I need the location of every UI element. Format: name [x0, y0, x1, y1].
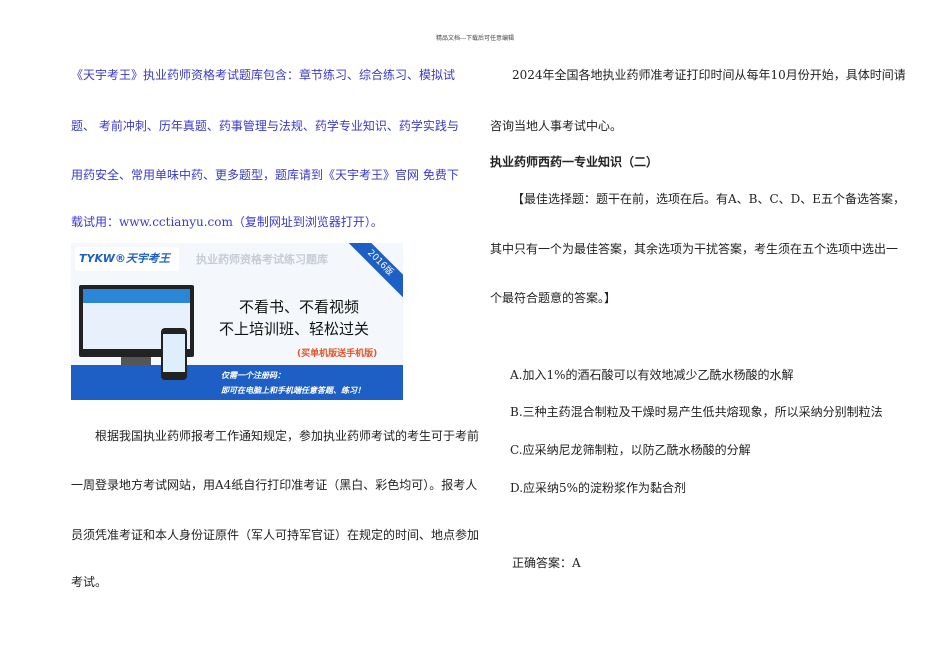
banner-ribbon: 2016版: [342, 243, 403, 301]
instruction-line: 其中只有一个为最佳答案，其余选项为干扰答案，考生须在五个选项中选出一: [490, 242, 899, 256]
body-line: 一周登录地方考试网站，用A4纸自行打印准考证（黑白、彩色均可）。报考人: [71, 478, 478, 492]
option-c: C.应采纳尼龙筛制粒，以防乙酰水杨酸的分解: [510, 443, 751, 457]
banner-promo: (买单机版送手机版): [297, 349, 378, 359]
banner-slogan: 不上培训班、轻松过关: [219, 320, 370, 338]
option-a: A.加入1%的酒石酸可以有效地减少乙酰水杨酸的水解: [510, 368, 794, 382]
instruction-line: 【最佳选择题：题干在前，选项在后。有A、B、C、D、E五个备选答案，: [512, 192, 906, 206]
banner-footer-text: 即可在电脑上和手机端任意答题、练习！: [221, 386, 365, 395]
body-line: 考试。: [71, 575, 108, 589]
promo-line: 用药安全、常用单味中药、更多题型，题库请到《天宇考王》官网 免费下: [71, 168, 459, 182]
banner-logo: TYKW®天宇考王: [75, 247, 179, 271]
promo-line: 题、 考前冲刺、历年真题、药事管理与法规、药学专业知识、药学实践与: [71, 119, 459, 133]
section-heading: 执业药师西药一专业知识（二）: [490, 155, 659, 169]
body-line: 根据我国执业药师报考工作通知规定，参加执业药师考试的考生可于考前: [95, 429, 480, 443]
option-d: D.应采纳5%的淀粉浆作为黏合剂: [510, 481, 687, 495]
page-header: 精品文档---下载后可任意编辑: [435, 35, 515, 42]
banner-footer-text: 仅需一个注册码：: [221, 371, 285, 380]
document-page: 精品文档---下载后可任意编辑 《天宇考王》执业药师资格考试题库包含：章节练习、…: [0, 0, 950, 672]
phone-icon: [161, 328, 187, 380]
promo-link-line[interactable]: 载试用：www.cctianyu.com（复制网址到浏览器打开）。: [71, 215, 383, 229]
option-b: B.三种主药混合制粒及干燥时易产生低共熔现象，所以采纳分别制粒法: [510, 405, 883, 419]
ad-banner-image: TYKW®天宇考王 执业药师资格考试练习题库 2016版 不看书、不看视频 不上…: [71, 243, 403, 400]
intro-line: 2024年全国各地执业药师准考证打印时间从每年10月份开始，具体时间请: [512, 68, 906, 82]
instruction-line: 个最符合题意的答案。】: [490, 291, 617, 305]
promo-line: 《天宇考王》执业药师资格考试题库包含：章节练习、综合练习、模拟试: [71, 68, 456, 82]
banner-slogan: 不看书、不看视频: [239, 298, 360, 316]
banner-title: 执业药师资格考试练习题库: [196, 253, 328, 266]
body-line: 员须凭准考证和本人身份证原件（军人可持军官证）在规定的时间、地点参加: [71, 528, 480, 542]
correct-answer: 正确答案：A: [512, 556, 581, 570]
intro-line: 咨询当地人事考试中心。: [490, 119, 623, 133]
